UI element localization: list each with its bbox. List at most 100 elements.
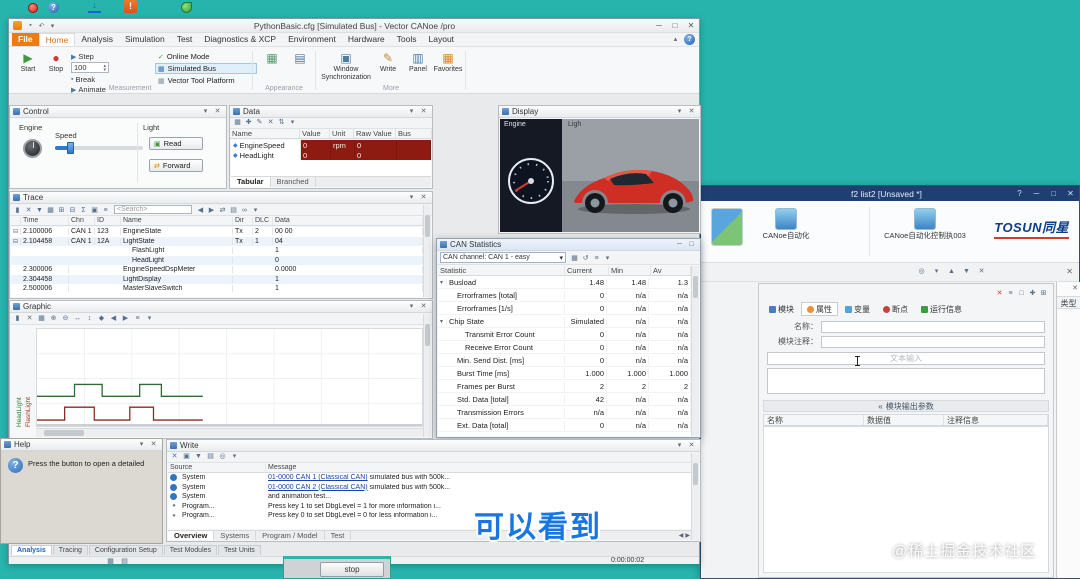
pane-tab-运行信息[interactable]: 运行信息 xyxy=(915,302,968,316)
table-row[interactable]: 2.304458 LightDisplay 1 xyxy=(11,274,423,284)
undo-icon[interactable]: ↶ xyxy=(36,22,47,30)
pane-tab-变量[interactable]: 变量 xyxy=(839,302,876,316)
table-row[interactable]: Std. Data [total] 42 n/a n/a xyxy=(438,393,691,406)
minimize-icon[interactable]: ─ xyxy=(674,240,685,250)
appearance-button-2[interactable]: ▤ xyxy=(287,50,313,66)
tab-scroll-arrows[interactable]: ◀ ▶ xyxy=(679,532,690,539)
pane-tab-模块[interactable]: 模块 xyxy=(763,302,800,316)
table-row[interactable]: HeadLight 0 xyxy=(11,255,423,265)
column-header[interactable]: Min xyxy=(609,266,651,275)
sort-icon[interactable]: ⇅ xyxy=(277,118,286,128)
help-button[interactable]: ? xyxy=(1011,189,1028,198)
filter-icon[interactable]: ▼ xyxy=(194,452,203,462)
pin-icon[interactable]: ✚ xyxy=(1028,289,1037,299)
grid-icon[interactable]: ▦ xyxy=(570,254,579,264)
table-row[interactable]: ◆ HeadLight 0 0 xyxy=(231,150,431,160)
grid-icon[interactable]: ▤ xyxy=(229,206,238,216)
search-icon[interactable]: ◎ xyxy=(917,267,926,277)
grid-icon[interactable]: ⊞ xyxy=(1039,289,1048,299)
vertical-scrollbar[interactable] xyxy=(691,453,699,540)
grid-status-icon[interactable]: ▦ xyxy=(106,557,115,567)
minimize-button[interactable]: ─ xyxy=(651,20,667,32)
close-icon[interactable]: ✕ xyxy=(686,441,697,451)
close-icon[interactable]: ✕ xyxy=(686,107,697,117)
close-button[interactable]: ✕ xyxy=(1062,189,1079,198)
close-icon[interactable]: ✕ xyxy=(418,107,429,117)
titlebar[interactable]: ▪ ↶ ▾ PythonBasic.cfg [Simulated Bus] - … xyxy=(9,19,699,33)
channel-select[interactable]: CAN channel: CAN 1 - easy ▾ xyxy=(440,252,566,263)
panel-button[interactable]: ▥ Panel xyxy=(405,50,431,74)
ribbon-tab-analysis[interactable]: Analysis xyxy=(75,33,119,46)
pane-tab-属性[interactable]: 属性 xyxy=(801,302,838,316)
column-header[interactable]: Name xyxy=(121,217,233,225)
green-plugin-icon[interactable] xyxy=(181,2,192,13)
column-header[interactable]: ID xyxy=(95,217,121,225)
table-row[interactable]: i System 01-0000 CAN 1 (Classical CAN) sim… xyxy=(168,473,691,483)
table-row[interactable]: ▾ Chip State Simulated n/a n/a xyxy=(438,315,691,328)
alert-icon[interactable]: ! xyxy=(124,0,137,13)
pause-icon[interactable]: ▮ xyxy=(13,314,22,324)
workspace-tab-analysis[interactable]: Analysis xyxy=(11,545,52,555)
data-column-headers[interactable]: Name Value Unit Raw Value Bus xyxy=(230,129,432,139)
message-link[interactable]: 01-0000 CAN 2 (Classical CAN) xyxy=(268,484,368,491)
next-icon[interactable]: ▶ xyxy=(207,206,216,216)
ignition-knob[interactable] xyxy=(23,139,42,158)
dock-menu-icon[interactable]: ▾ xyxy=(406,107,417,117)
write-tab-systems[interactable]: Systems xyxy=(214,531,257,540)
expand-icon[interactable]: ▾ xyxy=(438,317,447,325)
close-icon[interactable]: ✕ xyxy=(995,289,1004,299)
table-row[interactable]: ⊟ 2.100006 CAN 1 123 EngineState Tx 2 00 00 xyxy=(11,227,423,237)
type-column-header[interactable]: 类型 xyxy=(1057,296,1080,309)
table-row[interactable]: Ext. Data [total] 0 n/a n/a xyxy=(438,419,691,432)
clear-icon[interactable]: ✕ xyxy=(170,452,179,462)
print-icon[interactable]: ▤ xyxy=(206,452,215,462)
dropdown-icon[interactable]: ▾ xyxy=(251,206,260,216)
maximize-icon[interactable]: □ xyxy=(1017,289,1026,299)
record-icon[interactable] xyxy=(28,3,38,13)
dropdown-icon[interactable]: ▾ xyxy=(288,118,297,128)
write-button[interactable]: ✎ Write xyxy=(375,50,401,74)
ribbon-collapse-icon[interactable]: ▴ xyxy=(670,34,681,45)
column-header[interactable]: Raw Value xyxy=(354,129,396,138)
menu-icon[interactable]: ≡ xyxy=(1006,289,1015,299)
workspace-tab-test-modules[interactable]: Test Modules xyxy=(163,545,218,555)
fix-icon[interactable]: ≡ xyxy=(101,206,110,216)
appearance-button-1[interactable]: ▦ xyxy=(259,50,285,66)
help-bubble-icon[interactable]: ? xyxy=(48,2,59,13)
data-tab-tabular[interactable]: Tabular xyxy=(231,177,271,187)
dropdown-icon[interactable]: ▾ xyxy=(932,267,941,277)
field-input[interactable] xyxy=(821,335,1045,348)
signal-label-flashlight[interactable]: FlashLight xyxy=(25,397,32,427)
ribbon-help-icon[interactable]: ? xyxy=(684,34,695,45)
vertical-scrollbar[interactable] xyxy=(691,266,699,436)
ribbon-tab-test[interactable]: Test xyxy=(171,33,199,46)
dock-menu-icon[interactable]: ▾ xyxy=(406,193,417,203)
table-row[interactable]: 2.500006 MasterSlaveSwitch 1 xyxy=(11,284,423,294)
output-params-section-header[interactable]: « 模块输出参数 xyxy=(763,400,1049,412)
write-tab-program-model[interactable]: Program / Model xyxy=(256,531,325,540)
expand-all-icon[interactable]: ⊞ xyxy=(57,206,66,216)
horizontal-scrollbar[interactable] xyxy=(36,428,423,437)
ribbon-tab-tools[interactable]: Tools xyxy=(391,33,423,46)
zoom-in-icon[interactable]: ⊕ xyxy=(49,314,58,324)
link-icon[interactable]: ∞ xyxy=(240,206,249,216)
signal-label-headlight[interactable]: HeadLight xyxy=(16,397,23,427)
dropdown-icon[interactable]: ▾ xyxy=(603,254,612,264)
table-row[interactable]: Errorframes [1/s] 0 n/a n/a xyxy=(438,302,691,315)
vertical-scrollbar[interactable] xyxy=(423,314,431,437)
text-input[interactable]: 文本输入 xyxy=(767,352,1045,365)
dock-menu-icon[interactable]: ▾ xyxy=(200,107,211,117)
download-icon[interactable]: ↓ xyxy=(88,0,101,13)
slider-handle[interactable] xyxy=(67,142,74,154)
ribbon-tab-diagnostics-xcp[interactable]: Diagnostics & XCP xyxy=(198,33,282,46)
save-icon[interactable]: ▪ xyxy=(25,22,36,29)
stop-button[interactable]: ● Stop xyxy=(43,50,69,74)
ribbon-tab-simulation[interactable]: Simulation xyxy=(119,33,171,46)
close-icon[interactable]: ✕ xyxy=(418,193,429,203)
dropdown-icon[interactable]: ▾ xyxy=(145,314,154,324)
workspace-tab-test-units[interactable]: Test Units xyxy=(218,545,261,555)
panel-titlebar[interactable]: Display ▾ ✕ xyxy=(499,106,700,118)
settings-icon[interactable]: ≡ xyxy=(592,254,601,264)
sum-icon[interactable]: Σ xyxy=(79,206,88,216)
table-row[interactable]: Transmission Errors n/a n/a n/a xyxy=(438,406,691,419)
